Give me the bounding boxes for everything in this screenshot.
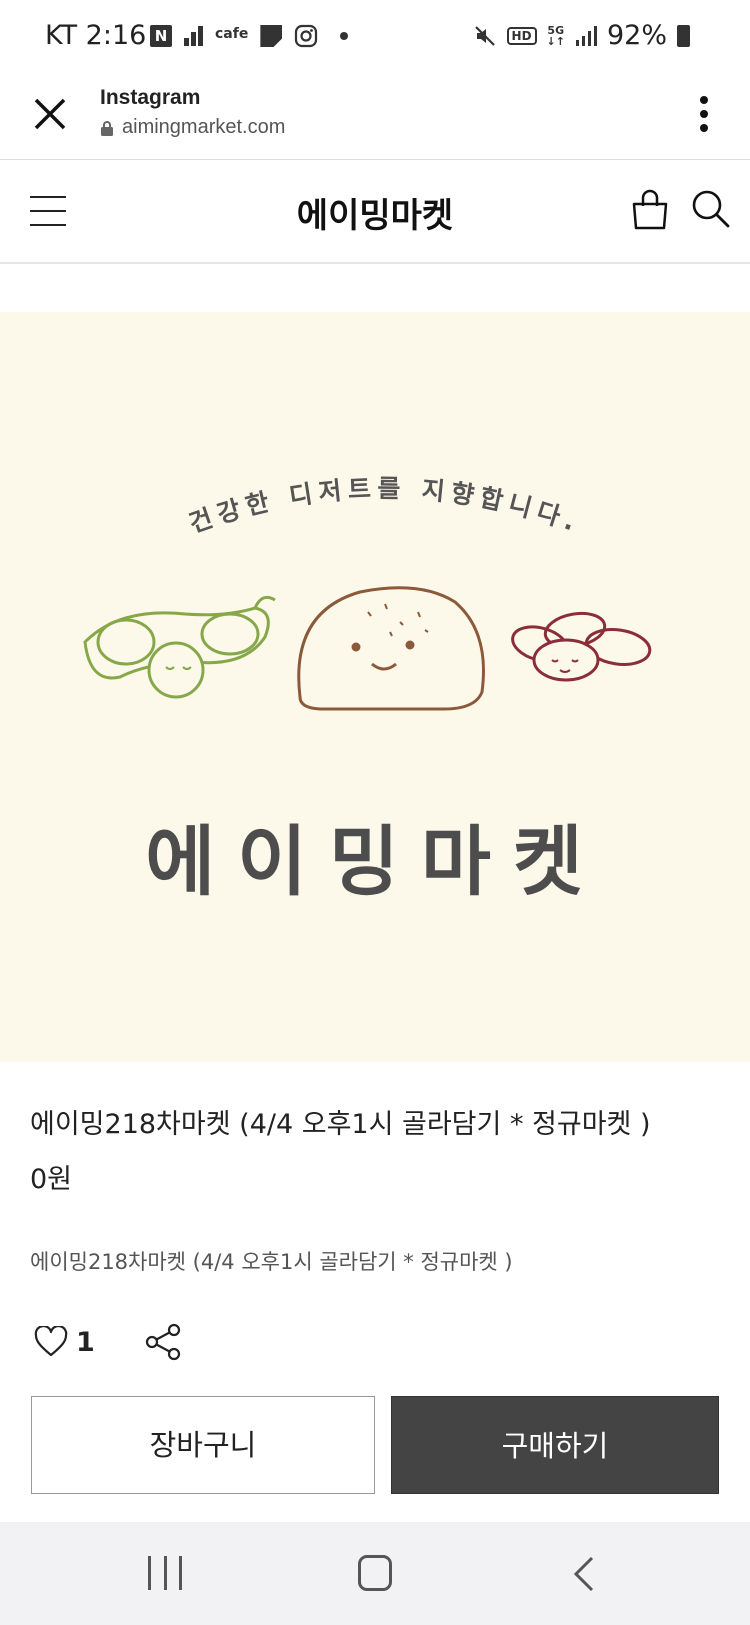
like-button[interactable]: 1 [34, 1326, 95, 1358]
recent-apps-button[interactable] [148, 1556, 182, 1590]
product-image[interactable]: 건강한 디저트를 지향합니다. 에이밍마켓 [0, 312, 750, 1062]
search-button[interactable] [690, 188, 732, 230]
product-title: 에이밍218차마켓 (4/4 오후1시 골라담기 * 정규마켓 ) [30, 1109, 651, 1140]
system-nav-bar [0, 1522, 750, 1625]
close-icon [34, 98, 66, 130]
more-notifications-dot [340, 32, 349, 40]
edamame-illustration [83, 595, 276, 699]
recent-apps-icon [148, 1556, 151, 1590]
red-beans-illustration [511, 611, 652, 682]
site-header: 에이밍마켓 [0, 160, 750, 264]
chart-notification-icon [184, 26, 203, 46]
data-arrows-icon: ↓↑ [546, 34, 565, 48]
browser-url: aimingmarket.com [122, 116, 286, 138]
note-notification-icon [260, 25, 283, 47]
lock-icon [101, 120, 113, 136]
close-button[interactable] [28, 92, 72, 136]
cafe-notification-icon: cafe [215, 26, 249, 42]
bread-illustration [297, 586, 485, 711]
search-icon [692, 190, 730, 228]
status-time: KT 2:16 [45, 20, 147, 51]
add-to-cart-button[interactable]: 장바구니 [31, 1396, 375, 1494]
shopping-bag-icon [632, 189, 668, 230]
naver-notification-icon: N [150, 25, 172, 47]
home-button[interactable] [358, 1555, 392, 1591]
signal-icon [575, 25, 597, 46]
purchase-bar: 장바구니 구매하기 [0, 1376, 750, 1522]
browser-title: Instagram [100, 86, 201, 109]
instagram-icon [295, 24, 318, 48]
more-vertical-icon [700, 96, 708, 104]
system-icons: HD 5G ↓↑ 92% [473, 20, 690, 51]
buy-now-button[interactable]: 구매하기 [391, 1396, 719, 1494]
battery-icon [677, 24, 690, 47]
hd-voice-icon: HD [506, 26, 537, 45]
more-options-button[interactable] [692, 92, 716, 136]
battery-percent: 92% [606, 20, 667, 51]
browser-url-row: aimingmarket.com [100, 116, 285, 139]
cart-icon-button[interactable] [630, 188, 670, 232]
product-illustration: 건강한 디저트를 지향합니다. [83, 474, 652, 711]
product-actions: 1 [34, 1322, 183, 1362]
heart-icon [34, 1326, 68, 1357]
share-icon [145, 1323, 180, 1361]
like-count: 1 [76, 1326, 95, 1358]
mute-icon [474, 25, 495, 46]
product-image-logo: 에이밍마켓 [145, 817, 605, 906]
back-icon [573, 1556, 594, 1592]
notification-icons: N cafe [150, 24, 349, 48]
slogan-text: 건강한 디저트를 지향합니다. [185, 474, 585, 539]
status-bar: KT 2:16 N cafe HD 5G ↓↑ 92% [0, 0, 750, 78]
back-button[interactable] [572, 1554, 596, 1594]
product-price: 0원 [30, 1164, 73, 1195]
network-5g-icon: 5G ↓↑ [547, 25, 565, 47]
in-app-browser-bar: Instagram aimingmarket.com [0, 78, 750, 160]
network-label: 5G [547, 23, 565, 37]
share-button[interactable] [143, 1322, 183, 1362]
product-description: 에이밍218차마켓 (4/4 오후1시 골라담기 * 정규마켓 ) [30, 1250, 513, 1274]
